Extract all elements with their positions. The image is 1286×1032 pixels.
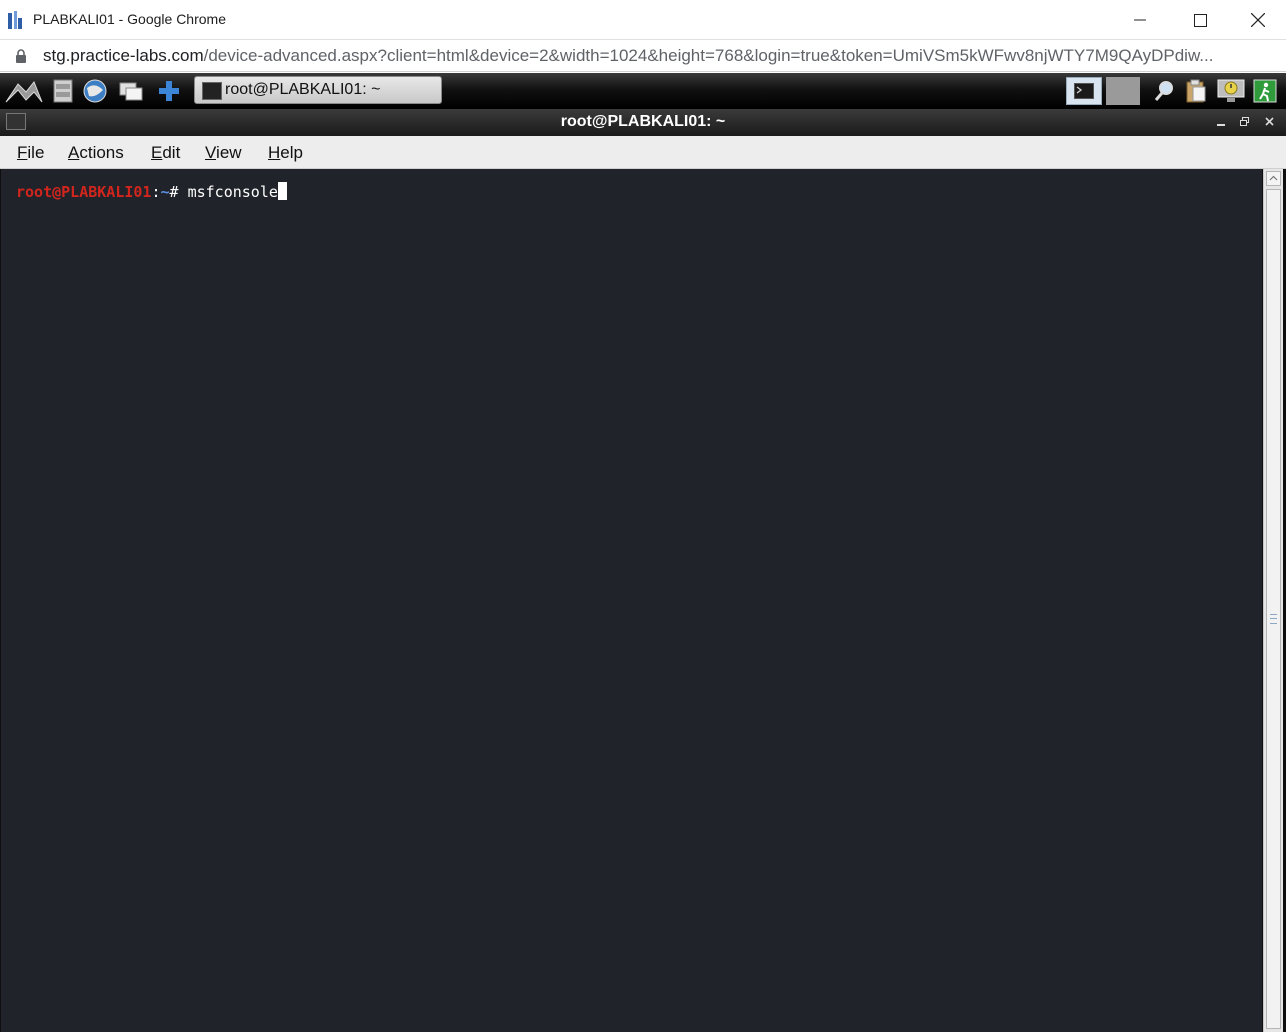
taskbar-terminal-label: root@PLABKALI01: ~ xyxy=(225,81,381,98)
kali-dragon-menu-icon[interactable] xyxy=(4,78,44,104)
browser-title-bar: PLABKALI01 - Google Chrome xyxy=(0,0,1286,40)
prompt-line: root@PLABKALI01:~# msfconsole xyxy=(16,182,287,201)
address-bar[interactable]: stg.practice-labs.com/device-advanced.as… xyxy=(0,40,1286,72)
url-text[interactable]: stg.practice-labs.com/device-advanced.as… xyxy=(43,46,1273,66)
scrollbar-grip-icon xyxy=(1270,614,1277,624)
scroll-up-button[interactable] xyxy=(1266,171,1281,186)
menu-view-label: iew xyxy=(216,143,242,162)
remote-desktop: root@PLABKALI01: ~ root@PLABKALI01: ~ Fi… xyxy=(0,73,1286,1032)
close-icon xyxy=(1251,13,1265,27)
tray-terminal-button[interactable] xyxy=(1066,77,1102,105)
terminal-icon xyxy=(202,82,222,100)
terminal-title-bar: root@PLABKALI01: ~ xyxy=(0,109,1286,136)
menu-actions-label: ctions xyxy=(79,143,124,162)
menu-view[interactable]: View xyxy=(205,143,242,163)
prompt-colon: : xyxy=(151,183,161,201)
scrollbar-thumb[interactable] xyxy=(1266,189,1281,1029)
maximize-button[interactable] xyxy=(1177,5,1223,35)
file-manager-icon[interactable] xyxy=(50,78,76,104)
menu-file[interactable]: File xyxy=(17,143,44,163)
menu-edit-mnemonic: E xyxy=(151,143,163,162)
practice-labs-favicon-icon xyxy=(8,11,22,29)
prompt-user-host: root@PLABKALI01 xyxy=(16,183,152,201)
window-title: PLABKALI01 - Google Chrome xyxy=(33,11,226,27)
clock-monitor-icon[interactable] xyxy=(1216,78,1246,104)
search-icon[interactable] xyxy=(1152,78,1178,104)
menu-actions-mnemonic: A xyxy=(68,143,80,162)
menu-file-mnemonic: F xyxy=(17,143,28,162)
lock-icon xyxy=(16,49,26,63)
taskbar-terminal-button[interactable]: root@PLABKALI01: ~ xyxy=(194,76,442,104)
clipboard-icon[interactable] xyxy=(1183,78,1209,104)
menu-help-mnemonic: H xyxy=(268,143,281,162)
logout-exit-icon[interactable] xyxy=(1252,78,1278,104)
terminal-minimize-button[interactable] xyxy=(1212,112,1230,132)
menu-view-mnemonic: V xyxy=(205,143,217,162)
menu-edit[interactable]: Edit xyxy=(151,143,180,163)
terminal-close-button[interactable] xyxy=(1260,112,1278,132)
web-browser-icon[interactable] xyxy=(82,78,108,104)
url-path: /device-advanced.aspx?client=html&device… xyxy=(203,46,1214,65)
prompt-path: ~ xyxy=(160,183,170,201)
minimize-icon xyxy=(1217,124,1225,126)
terminal-title: root@PLABKALI01: ~ xyxy=(560,113,726,130)
terminal-maximize-button[interactable] xyxy=(1235,112,1253,132)
terminal-menu-bar: File Actions Edit View Help xyxy=(0,136,1286,169)
terminal-tray-icon xyxy=(1074,83,1094,99)
minimize-icon xyxy=(1134,19,1146,21)
menu-help[interactable]: Help xyxy=(268,143,303,163)
show-desktop-icon[interactable] xyxy=(118,78,144,104)
maximize-icon xyxy=(1193,13,1207,27)
terminal-output-area[interactable]: root@PLABKALI01:~# msfconsole xyxy=(1,169,1262,1032)
terminal-scrollbar[interactable] xyxy=(1263,169,1283,1032)
minimize-button[interactable] xyxy=(1117,5,1163,35)
add-workspace-icon[interactable] xyxy=(156,78,182,104)
menu-help-label: elp xyxy=(280,143,303,162)
top-panel: root@PLABKALI01: ~ xyxy=(0,73,1286,109)
chevron-up-icon xyxy=(1269,175,1278,181)
menu-actions[interactable]: Actions xyxy=(68,143,124,163)
tray-placeholder xyxy=(1106,77,1140,105)
prompt-symbol: # xyxy=(169,183,188,201)
command-text: msfconsole xyxy=(187,183,278,201)
menu-edit-label: dit xyxy=(162,143,181,162)
restore-icon xyxy=(1239,117,1249,126)
menu-file-label: ile xyxy=(27,143,45,162)
close-window-button[interactable] xyxy=(1235,5,1281,35)
url-host: stg.practice-labs.com xyxy=(43,46,204,65)
text-cursor xyxy=(277,182,287,200)
close-icon xyxy=(1264,117,1274,126)
